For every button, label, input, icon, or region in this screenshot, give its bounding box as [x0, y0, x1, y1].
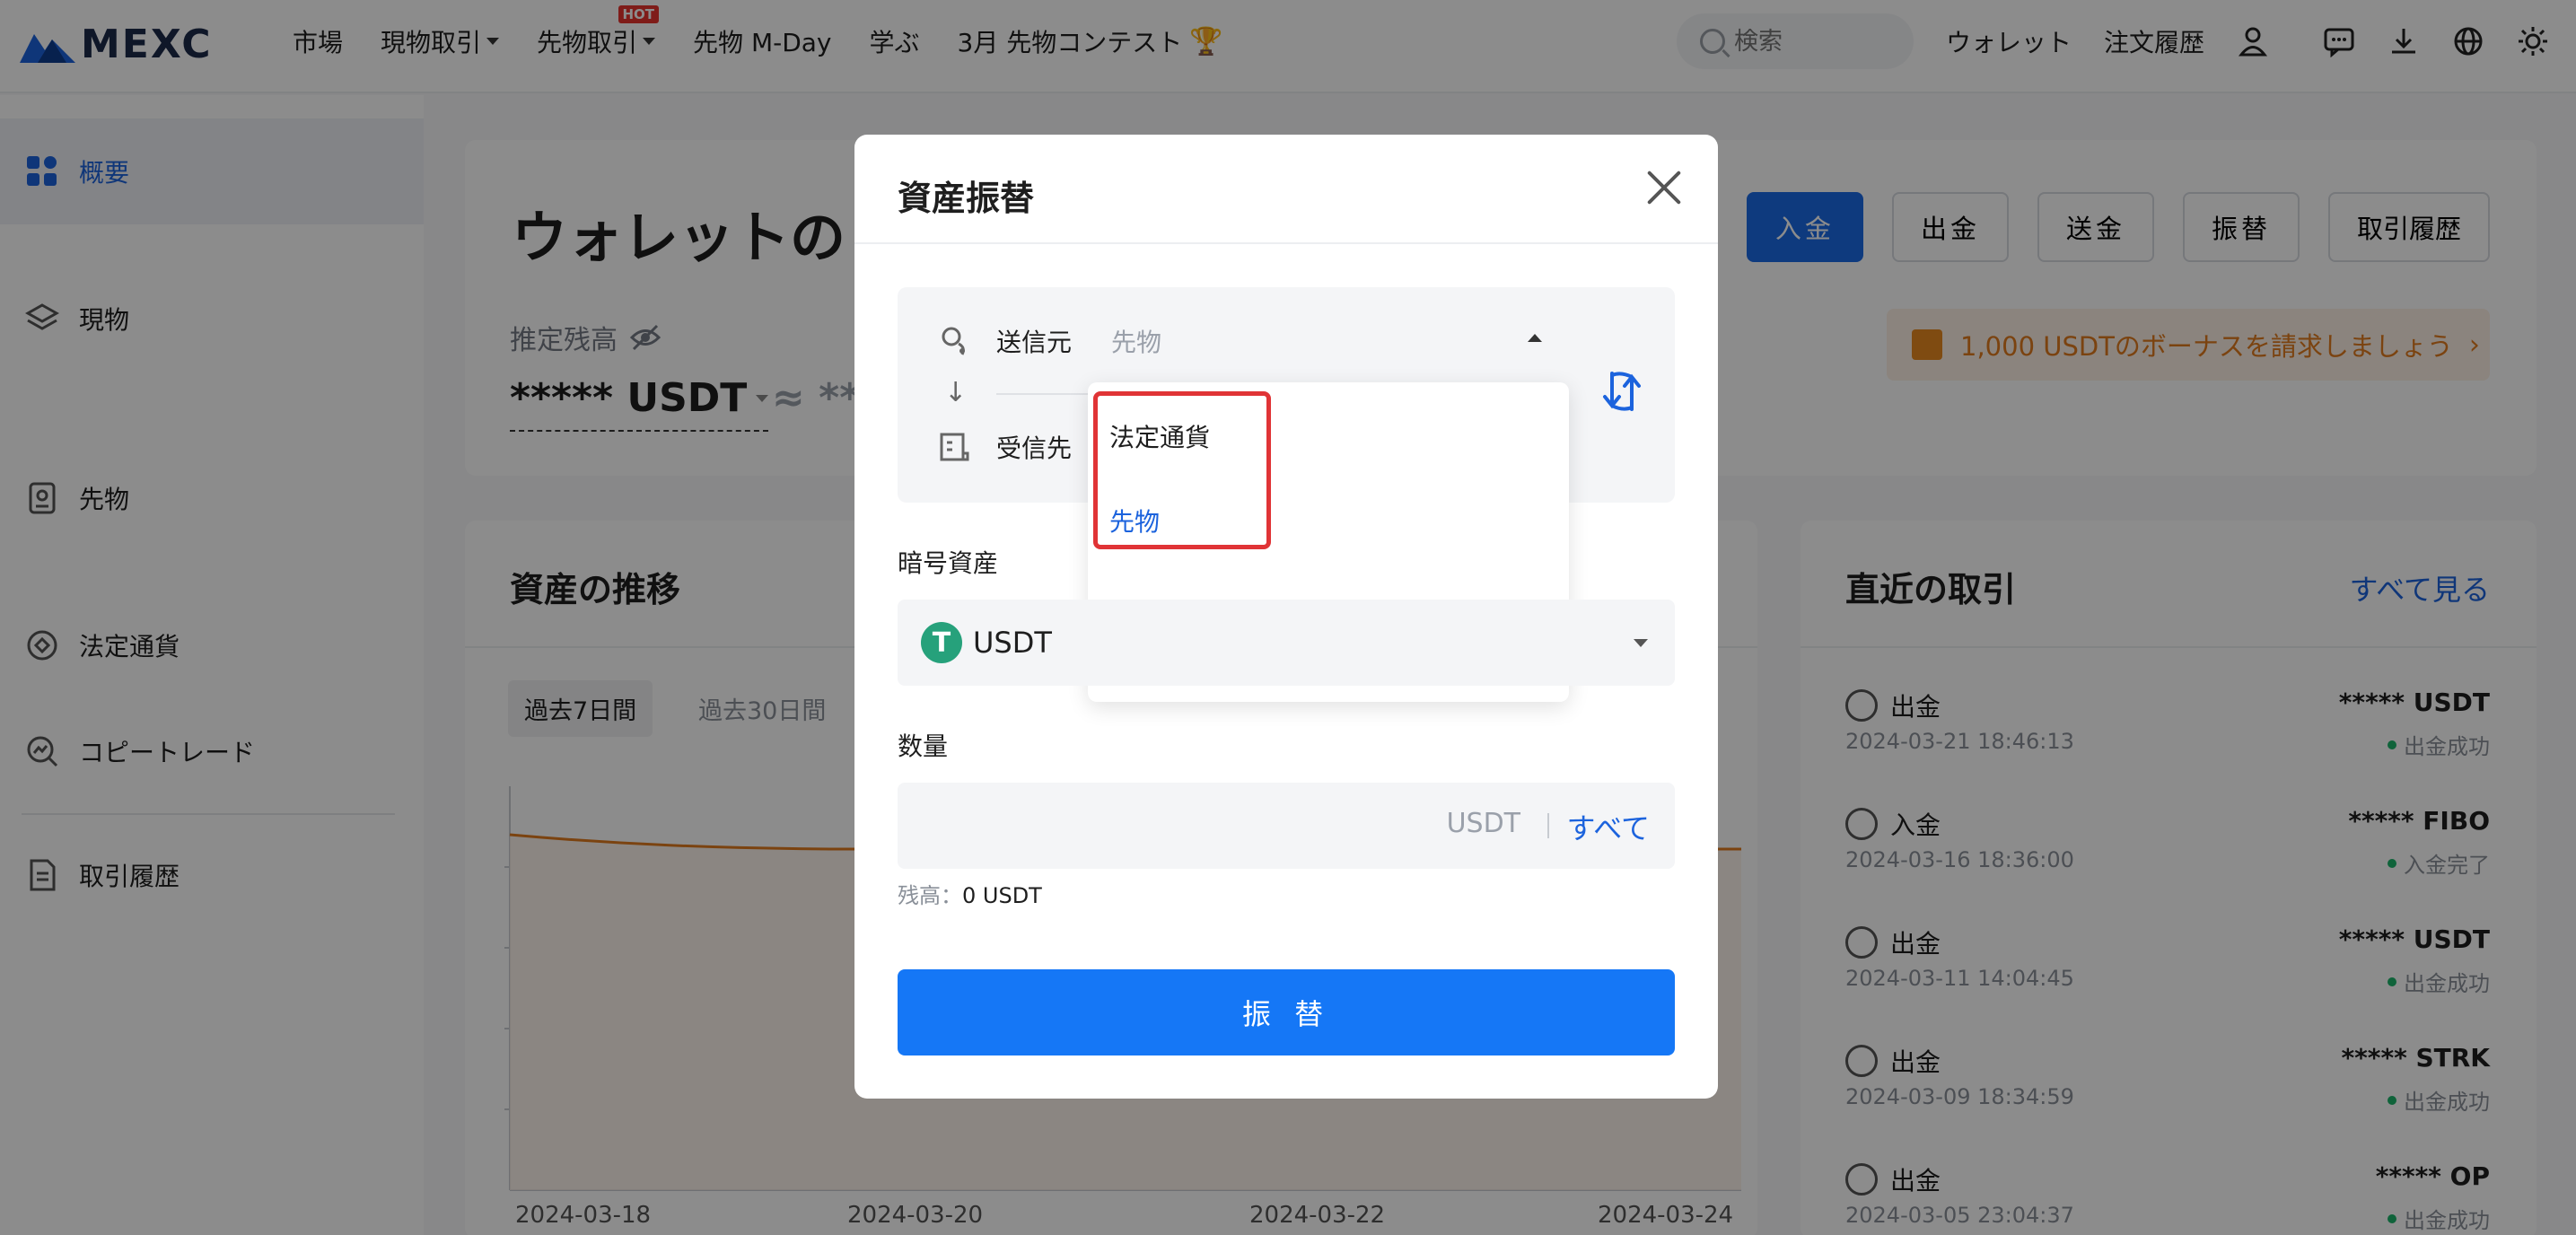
arrow-down-icon: ↓ [944, 377, 968, 408]
quantity-label: 数量 [898, 731, 949, 761]
source-account-icon [942, 327, 965, 355]
quantity-input[interactable] [921, 802, 1370, 849]
asset-select[interactable]: T USDT [898, 600, 1675, 686]
from-account-row[interactable]: 送信元 [939, 323, 1072, 359]
quantity-unit: USDT [1446, 808, 1520, 839]
from-account-value[interactable]: 先物 [1111, 323, 1161, 359]
modal-divider [854, 242, 1718, 244]
close-icon[interactable] [1646, 169, 1682, 205]
submit-transfer-button[interactable]: 振 替 [898, 969, 1675, 1055]
to-account-row[interactable]: 受信先 [939, 429, 1072, 465]
quantity-box: USDT すべて [898, 783, 1675, 869]
balance-label: 残高： [898, 883, 962, 908]
asset-label: 暗号資産 [898, 548, 999, 578]
chevron-up-icon [1528, 334, 1542, 342]
destination-account-icon [940, 433, 969, 461]
usdt-icon: T [921, 622, 962, 663]
max-button[interactable]: すべて [1567, 806, 1650, 847]
chevron-down-icon [1634, 639, 1648, 647]
highlight-annotation [1093, 391, 1271, 549]
asset-select-value: USDT [973, 626, 1052, 660]
modal-title: 資産振替 [898, 179, 1035, 218]
transfer-modal: 資産振替 送信元 先物 ↓ 受信先 法定通貨 先物 暗号資産 T USDT 数量… [854, 135, 1718, 1099]
balance-value: 0 USDT [962, 883, 1042, 908]
to-label: 受信先 [996, 434, 1073, 463]
available-balance: 残高：0 USDT [898, 878, 1042, 909]
from-label: 送信元 [996, 328, 1073, 357]
quantity-separator [1547, 813, 1549, 838]
swap-icon[interactable] [1601, 368, 1644, 415]
